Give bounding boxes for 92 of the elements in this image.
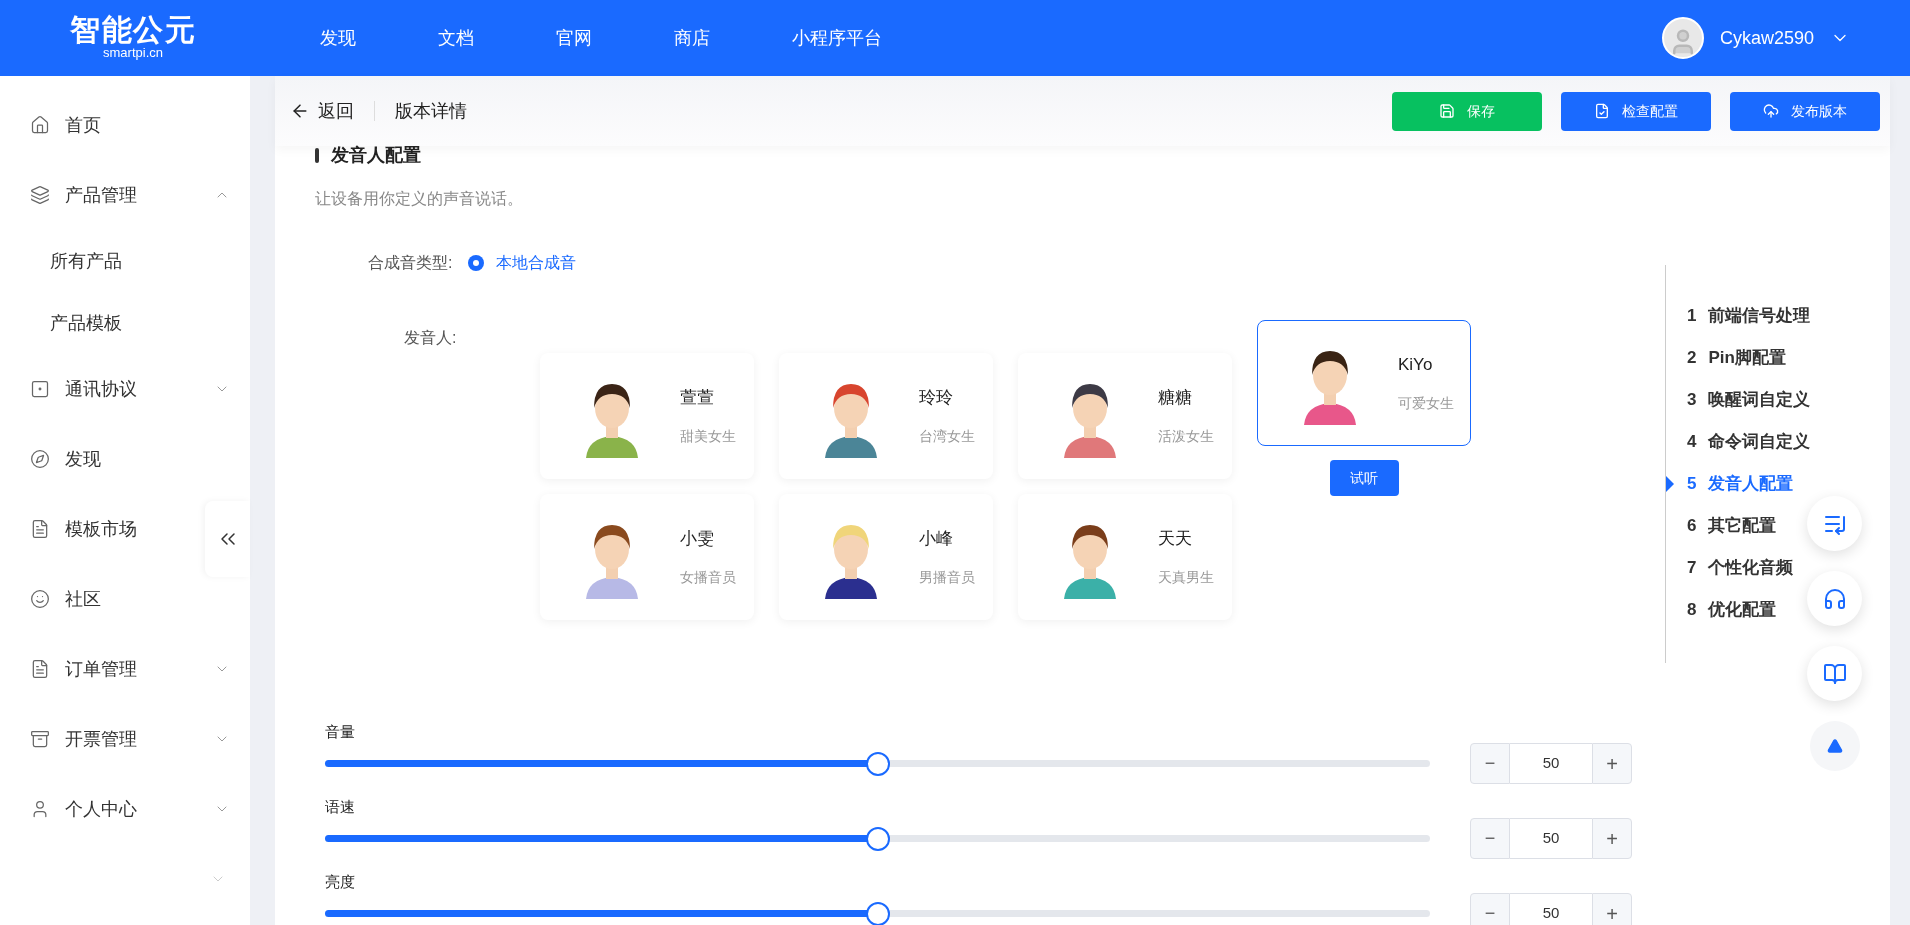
nav-link[interactable]: 官网 bbox=[556, 24, 592, 52]
logo-subtitle: smartpi.cn bbox=[103, 44, 163, 62]
sidebar-item[interactable]: 社区 bbox=[0, 564, 117, 634]
sidebar-subitem[interactable]: 产品模板 bbox=[0, 292, 250, 354]
slider-thumb[interactable] bbox=[865, 826, 890, 851]
voice-card[interactable]: 小雯 女播音员 bbox=[540, 494, 754, 620]
archive-icon bbox=[30, 729, 50, 749]
slider-label: 音量 bbox=[325, 722, 356, 742]
smile-icon bbox=[30, 589, 50, 609]
toolbar-button[interactable]: 发布版本 bbox=[1730, 91, 1880, 131]
voice-name: 小雯 bbox=[680, 527, 715, 550]
sidebar-item[interactable]: 个人中心 bbox=[0, 774, 230, 844]
page-title: 版本详情 bbox=[395, 99, 467, 123]
anchor-link[interactable]: 4 命令词自定义 bbox=[1666, 429, 1811, 454]
slider-thumb[interactable] bbox=[865, 901, 890, 925]
slider-thumb[interactable] bbox=[865, 751, 890, 776]
sidebar-item[interactable]: 发现 bbox=[0, 424, 117, 494]
synth-type-label: 合成音类型: bbox=[368, 253, 453, 273]
user-name[interactable]: Cykaw2590 bbox=[1719, 24, 1814, 52]
anchor-link[interactable]: 6 其它配置 bbox=[1666, 513, 1811, 538]
speaker-label: 发音人: bbox=[403, 328, 458, 348]
slider[interactable] bbox=[325, 826, 1430, 851]
sidebar-subitem[interactable]: 所有产品 bbox=[0, 230, 250, 292]
voice-description: 甜美女生 bbox=[680, 427, 736, 447]
increment-button[interactable]: + bbox=[1592, 818, 1632, 859]
anchor-link[interactable]: 5 发音人配置 bbox=[1666, 471, 1811, 496]
number-input[interactable]: 50 bbox=[1510, 818, 1592, 859]
sidebar-item[interactable]: 订单管理 bbox=[0, 634, 230, 704]
toolbar-button[interactable]: 检查配置 bbox=[1561, 91, 1711, 131]
sidebar-item[interactable]: 模板市场 bbox=[0, 494, 153, 564]
voice-name: 糖糖 bbox=[1158, 386, 1193, 409]
voice-description: 男播音员 bbox=[919, 568, 975, 588]
sidebar-item[interactable]: 首页 bbox=[0, 90, 117, 160]
nav-link[interactable]: 文档 bbox=[438, 24, 474, 52]
voice-name: KiYo bbox=[1398, 353, 1434, 376]
file-check-icon bbox=[1594, 103, 1610, 119]
voice-name: 玲玲 bbox=[919, 386, 954, 409]
section-description: 让设备用你定义的声音说话。 bbox=[315, 189, 524, 209]
user-avatar-icon[interactable] bbox=[1661, 17, 1704, 59]
cloud-upload-icon bbox=[1763, 103, 1779, 119]
voice-description: 可爱女生 bbox=[1398, 394, 1454, 414]
decrement-button[interactable]: − bbox=[1470, 818, 1510, 859]
slider[interactable] bbox=[325, 901, 1430, 925]
layers-icon bbox=[30, 185, 50, 205]
document-icon bbox=[30, 519, 50, 539]
slider-label: 语速 bbox=[325, 797, 356, 817]
voice-card[interactable]: 萱萱 甜美女生 bbox=[540, 353, 754, 479]
voice-description: 活泼女生 bbox=[1158, 427, 1214, 447]
nav-link[interactable]: 小程序平台 bbox=[792, 24, 882, 52]
book-icon bbox=[1822, 661, 1847, 686]
anchor-link[interactable]: 1 前端信号处理 bbox=[1666, 303, 1811, 328]
triangle-up-icon bbox=[1826, 738, 1843, 754]
voice-card[interactable]: 糖糖 活泼女生 bbox=[1018, 353, 1232, 479]
preview-button[interactable]: 试听 bbox=[1329, 460, 1399, 496]
document-icon bbox=[30, 659, 50, 679]
voice-card[interactable]: 玲玲 台湾女生 bbox=[779, 353, 993, 479]
section-title: 发音人配置 bbox=[331, 144, 421, 167]
decrement-button[interactable]: − bbox=[1470, 893, 1510, 925]
voice-card[interactable]: KiYo 可爱女生 bbox=[1257, 320, 1471, 446]
voice-description: 台湾女生 bbox=[919, 427, 975, 447]
decrement-button[interactable]: − bbox=[1470, 743, 1510, 784]
anchor-link[interactable]: 7 个性化音频 bbox=[1666, 555, 1811, 580]
headset-icon bbox=[1822, 586, 1847, 611]
sidebar-item[interactable]: 产品管理 bbox=[0, 160, 230, 230]
back-to-top-button[interactable] bbox=[1809, 721, 1860, 771]
back-link[interactable]: 返回 bbox=[290, 97, 354, 125]
anchor-link[interactable]: 3 唤醒词自定义 bbox=[1666, 387, 1811, 412]
voice-name: 小峰 bbox=[919, 527, 954, 550]
number-input[interactable]: 50 bbox=[1510, 743, 1592, 784]
sidebar-item[interactable]: 通讯协议 bbox=[0, 354, 230, 424]
slider[interactable] bbox=[325, 751, 1430, 776]
logo[interactable]: 智能公元 bbox=[70, 14, 196, 45]
save-icon bbox=[1439, 103, 1455, 119]
voice-description: 女播音员 bbox=[680, 568, 736, 588]
slider-label: 亮度 bbox=[325, 872, 356, 892]
voice-name: 萱萱 bbox=[680, 386, 715, 409]
compass-icon bbox=[30, 449, 50, 469]
list-button[interactable] bbox=[1807, 496, 1862, 551]
nav-link[interactable]: 商店 bbox=[674, 24, 710, 52]
anchor-link[interactable]: 2 Pin脚配置 bbox=[1666, 345, 1811, 370]
voice-name: 天天 bbox=[1158, 527, 1193, 550]
panel-icon bbox=[30, 379, 50, 399]
sidebar-item[interactable]: 开票管理 bbox=[0, 704, 230, 774]
voice-description: 天真男生 bbox=[1158, 568, 1214, 588]
synth-type-radio[interactable]: 本地合成音 bbox=[468, 251, 577, 275]
anchor-link[interactable]: 8 优化配置 bbox=[1666, 597, 1811, 622]
increment-button[interactable]: + bbox=[1592, 893, 1632, 925]
home-icon bbox=[30, 115, 50, 135]
nav-link[interactable]: 发现 bbox=[320, 24, 356, 52]
increment-button[interactable]: + bbox=[1592, 743, 1632, 784]
voice-card[interactable]: 天天 天真男生 bbox=[1018, 494, 1232, 620]
voice-card[interactable]: 小峰 男播音员 bbox=[779, 494, 993, 620]
